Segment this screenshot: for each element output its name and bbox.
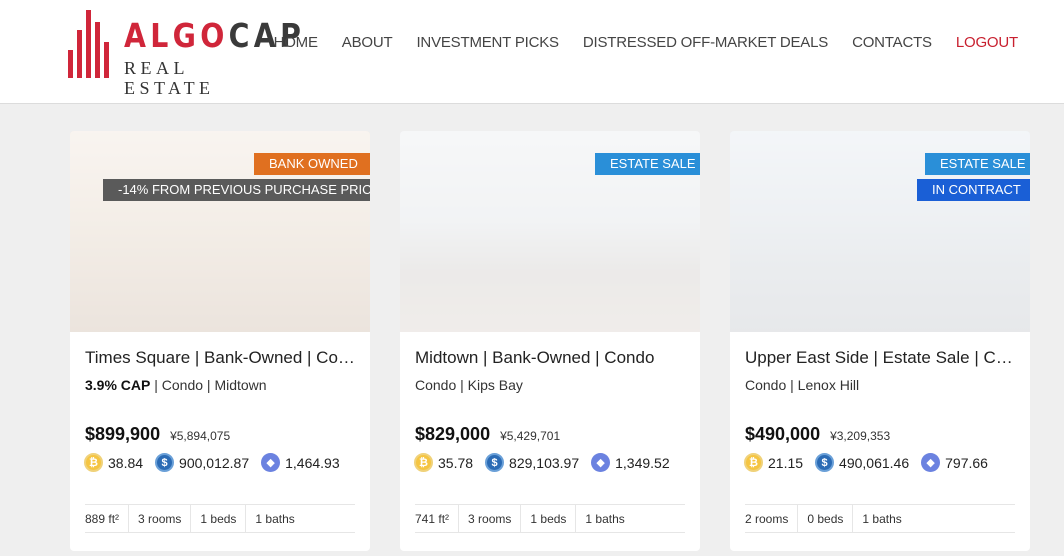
usdc-icon: $ (155, 453, 175, 472)
usdc-icon: $ (815, 453, 835, 472)
nav-contacts[interactable]: CONTACTS (852, 33, 932, 53)
price-eth: 797.66 (945, 454, 988, 471)
price-usdc: 829,103.97 (509, 454, 580, 471)
crypto-prices: ₿ 35.78 $829,103.97 ◆ 1,349.52 (414, 453, 682, 472)
price-usdc: 490,061.46 (839, 454, 910, 471)
listing-specs: 741 ft² 3 rooms 1 beds 1 baths (415, 504, 685, 533)
nav-about[interactable]: ABOUT (342, 33, 393, 53)
ethereum-icon: ◆ (591, 453, 611, 472)
price-btc: 38.84 (108, 454, 144, 471)
spec-baths: 1 baths (852, 504, 910, 533)
price-btc: 35.78 (438, 454, 474, 471)
nav-distressed-deals[interactable]: DISTRESSED OFF-MARKET DEALS (583, 33, 828, 53)
spec-rooms: 2 rooms (745, 511, 789, 526)
badge-price-change: -14% FROM PREVIOUS PURCHASE PRICE (103, 179, 370, 201)
listing-title[interactable]: Midtown | Bank-Owned | Condo (415, 347, 690, 369)
listing-specs: 889 ft² 3 rooms 1 beds 1 baths (85, 504, 355, 533)
spec-rooms: 3 rooms (458, 504, 520, 533)
badge-estate-sale: ESTATE SALE (595, 153, 700, 175)
bitcoin-icon: ₿ (744, 453, 763, 472)
listing-title[interactable]: Times Square | Bank-Owned | Condo (85, 347, 360, 369)
price-usd: $829,000 (415, 424, 491, 444)
price-yen: ¥5,429,701 (500, 429, 561, 443)
price-yen: ¥3,209,353 (830, 429, 891, 443)
price-row: $829,000 ¥5,429,701 (415, 424, 560, 445)
listing-card[interactable]: BANK OWNED -14% FROM PREVIOUS PURCHASE P… (70, 131, 370, 551)
price-usd: $490,000 (745, 424, 821, 444)
listing-photo-kitchen[interactable]: BANK OWNED -14% FROM PREVIOUS PURCHASE P… (70, 131, 370, 332)
main-nav: HOME ABOUT INVESTMENT PICKS DISTRESSED O… (250, 33, 1019, 53)
price-yen: ¥5,894,075 (170, 429, 231, 443)
spec-area: 889 ft² (85, 511, 120, 526)
usdc-icon: $ (485, 453, 505, 472)
listing-photo-living-room[interactable]: ESTATE SALE (400, 131, 700, 332)
ethereum-icon: ◆ (261, 453, 281, 472)
price-usd: $899,900 (85, 424, 161, 444)
bitcoin-icon: ₿ (84, 453, 103, 472)
price-eth: 1,349.52 (615, 454, 670, 471)
listing-card[interactable]: ESTATE SALE IN CONTRACT Upper East Side … (730, 131, 1030, 551)
spec-beds: 0 beds (797, 504, 852, 533)
badge-bank-owned: BANK OWNED (254, 153, 370, 175)
listing-subtitle: 3.9% CAP | Condo | Midtown (85, 377, 267, 393)
site-header: ALGOCAP REAL ESTATE HOME ABOUT INVESTMEN… (0, 0, 1064, 104)
crypto-prices: ₿ 38.84 $900,012.87 ◆ 1,464.93 (84, 453, 352, 472)
listing-subtitle: Condo | Kips Bay (415, 377, 523, 393)
spec-beds: 1 beds (190, 504, 245, 533)
nav-investment-picks[interactable]: INVESTMENT PICKS (416, 33, 559, 53)
nav-home[interactable]: HOME (274, 33, 318, 53)
listing-specs: 2 rooms 0 beds 1 baths (745, 504, 1015, 533)
price-usdc: 900,012.87 (179, 454, 250, 471)
price-row: $899,900 ¥5,894,075 (85, 424, 230, 445)
price-eth: 1,464.93 (285, 454, 340, 471)
spec-baths: 1 baths (245, 504, 303, 533)
spec-baths: 1 baths (575, 504, 633, 533)
logo-subtitle: REAL ESTATE (124, 58, 215, 98)
spec-rooms: 3 rooms (128, 504, 190, 533)
bitcoin-icon: ₿ (414, 453, 433, 472)
price-btc: 21.15 (768, 454, 804, 471)
nav-logout[interactable]: LOGOUT (956, 33, 1018, 53)
listing-photo-skyline[interactable]: ESTATE SALE IN CONTRACT (730, 131, 1030, 332)
listing-subtitle: Condo | Lenox Hill (745, 377, 860, 393)
badge-in-contract: IN CONTRACT (917, 179, 1030, 201)
price-row: $490,000 ¥3,209,353 (745, 424, 890, 445)
spec-area: 741 ft² (415, 511, 450, 526)
spec-beds: 1 beds (520, 504, 575, 533)
listing-title[interactable]: Upper East Side | Estate Sale | Condo (745, 347, 1020, 369)
logo-bars-icon (68, 10, 112, 78)
crypto-prices: ₿ 21.15 $490,061.46 ◆ 797.66 (744, 453, 1000, 472)
listing-card[interactable]: ESTATE SALE Midtown | Bank-Owned | Condo… (400, 131, 700, 551)
cap-rate: 3.9% CAP (85, 377, 151, 393)
ethereum-icon: ◆ (921, 453, 941, 472)
badge-estate-sale: ESTATE SALE (925, 153, 1030, 175)
algocap-logo[interactable]: ALGOCAP REAL ESTATE (68, 10, 301, 98)
